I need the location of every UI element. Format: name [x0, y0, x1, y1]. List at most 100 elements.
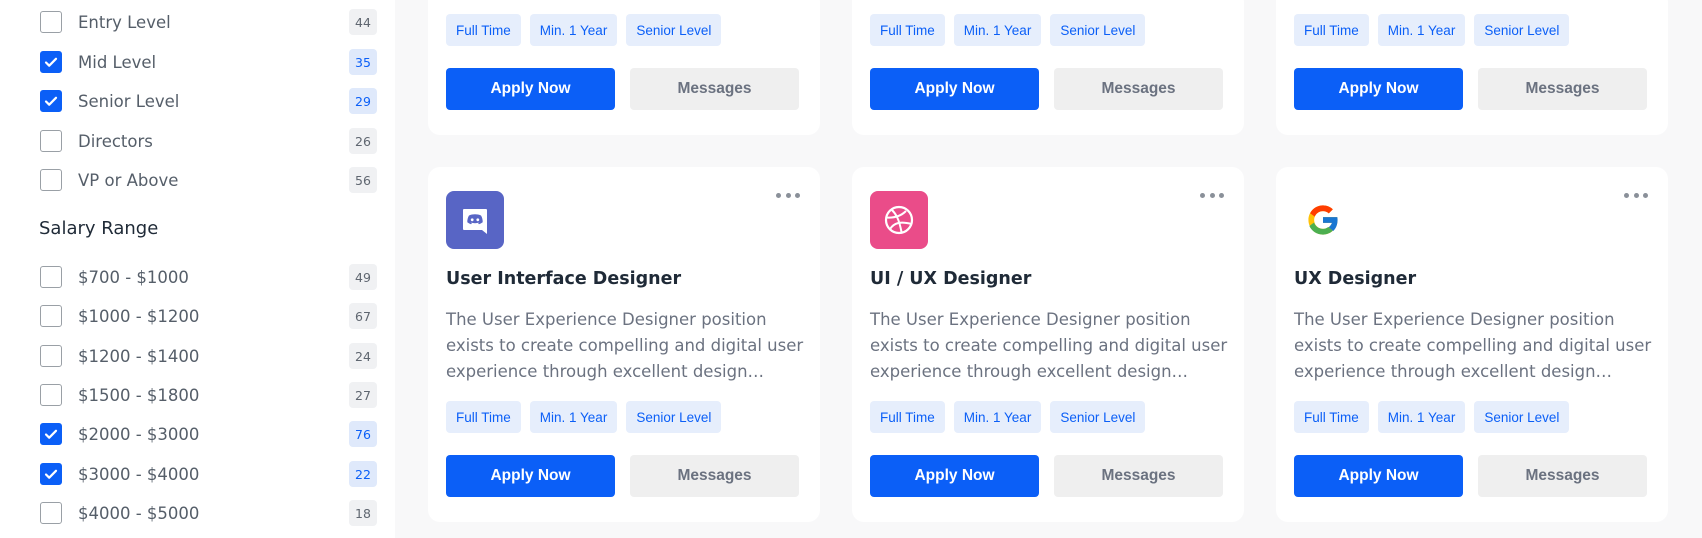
more-options-icon[interactable] — [1624, 190, 1648, 200]
checkbox[interactable] — [40, 169, 62, 191]
tag: Full Time — [1294, 14, 1369, 46]
filter-label: $4000 - $5000 — [78, 503, 200, 523]
tag: Min. 1 Year — [529, 14, 618, 46]
count-badge: 29 — [349, 88, 377, 114]
filter-label: $3000 - $4000 — [78, 464, 200, 484]
filter-directors[interactable]: Directors 26 — [40, 127, 377, 155]
tag: Senior Level — [626, 14, 722, 46]
more-options-icon[interactable] — [1200, 190, 1224, 200]
salary-range-heading: Salary Range — [39, 218, 159, 239]
tag: Senior Level — [1050, 401, 1146, 433]
card-actions: Apply Now Messages — [1294, 455, 1647, 497]
tag-list: Full Time Min. 1 Year Senior Level — [1294, 14, 1570, 46]
tag: Full Time — [446, 14, 521, 46]
card-actions: Apply Now Messages — [446, 455, 799, 497]
filter-salary-1000-1200[interactable]: $1000 - $1200 67 — [40, 302, 377, 330]
count-badge: 18 — [349, 500, 377, 526]
check-icon — [44, 429, 58, 439]
filter-entry-level[interactable]: Entry Level 44 — [40, 8, 377, 36]
filter-label: Mid Level — [78, 52, 157, 72]
count-badge: 67 — [349, 303, 377, 329]
apply-now-button[interactable]: Apply Now — [446, 455, 615, 497]
messages-button[interactable]: Messages — [630, 455, 799, 497]
job-title: UX Designer — [1294, 269, 1417, 289]
tag: Full Time — [1294, 401, 1369, 433]
filter-mid-level[interactable]: Mid Level 35 — [40, 48, 377, 76]
filter-label: $700 - $1000 — [78, 267, 189, 287]
tag: Senior Level — [1474, 401, 1570, 433]
tag: Senior Level — [626, 401, 722, 433]
check-icon — [44, 469, 58, 479]
filter-salary-2000-3000[interactable]: $2000 - $3000 76 — [40, 420, 377, 448]
count-badge: 35 — [349, 49, 377, 75]
filter-salary-700-1000[interactable]: $700 - $1000 49 — [40, 263, 377, 291]
job-title: User Interface Designer — [446, 269, 682, 289]
checkbox[interactable] — [40, 51, 62, 73]
check-icon — [44, 57, 58, 67]
messages-button[interactable]: Messages — [1478, 68, 1647, 110]
job-card: Full Time Min. 1 Year Senior Level Apply… — [428, 0, 820, 135]
job-card: Full Time Min. 1 Year Senior Level Apply… — [1276, 0, 1668, 135]
dribbble-icon — [870, 191, 928, 249]
filter-sidebar: Entry Level 44 Mid Level 35 Senior Level… — [0, 0, 395, 538]
messages-button[interactable]: Messages — [1054, 68, 1223, 110]
checkbox[interactable] — [40, 305, 62, 327]
checkbox[interactable] — [40, 345, 62, 367]
tag-list: Full Time Min. 1 Year Senior Level — [446, 14, 722, 46]
filter-salary-3000-4000[interactable]: $3000 - $4000 22 — [40, 460, 377, 488]
count-badge: 27 — [349, 382, 377, 408]
filter-label: VP or Above — [78, 170, 179, 190]
checkbox[interactable] — [40, 384, 62, 406]
checkbox[interactable] — [40, 463, 62, 485]
filter-label: $2000 - $3000 — [78, 424, 200, 444]
checkbox[interactable] — [40, 502, 62, 524]
tag-list: Full Time Min. 1 Year Senior Level — [870, 14, 1146, 46]
checkbox[interactable] — [40, 11, 62, 33]
filter-label: $1000 - $1200 — [78, 306, 200, 326]
checkbox[interactable] — [40, 90, 62, 112]
tag: Full Time — [870, 14, 945, 46]
count-badge: 24 — [349, 343, 377, 369]
filter-salary-4000-5000[interactable]: $4000 - $5000 18 — [40, 499, 377, 527]
filter-vp-or-above[interactable]: VP or Above 56 — [40, 166, 377, 194]
tag-list: Full Time Min. 1 Year Senior Level — [446, 401, 722, 433]
card-actions: Apply Now Messages — [870, 68, 1223, 110]
tag: Min. 1 Year — [953, 401, 1042, 433]
checkbox[interactable] — [40, 423, 62, 445]
filter-label: Entry Level — [78, 12, 171, 32]
filter-label: Senior Level — [78, 91, 180, 111]
apply-now-button[interactable]: Apply Now — [1294, 68, 1463, 110]
tag-list: Full Time Min. 1 Year Senior Level — [870, 401, 1146, 433]
messages-button[interactable]: Messages — [1054, 455, 1223, 497]
count-badge: 22 — [349, 461, 377, 487]
job-card-ui-ux-designer: UI / UX Designer The User Experience Des… — [852, 167, 1244, 522]
messages-button[interactable]: Messages — [630, 68, 799, 110]
apply-now-button[interactable]: Apply Now — [446, 68, 615, 110]
apply-now-button[interactable]: Apply Now — [870, 68, 1039, 110]
checkbox[interactable] — [40, 130, 62, 152]
tag: Min. 1 Year — [1377, 401, 1466, 433]
more-options-icon[interactable] — [776, 190, 800, 200]
tag: Full Time — [870, 401, 945, 433]
filter-label: Directors — [78, 131, 153, 151]
filter-label: $1500 - $1800 — [78, 385, 200, 405]
job-title: UI / UX Designer — [870, 269, 1032, 289]
filter-salary-1500-1800[interactable]: $1500 - $1800 27 — [40, 381, 377, 409]
apply-now-button[interactable]: Apply Now — [870, 455, 1039, 497]
job-description: The User Experience Designer position ex… — [1294, 310, 1652, 381]
discord-icon — [446, 191, 504, 249]
count-badge: 56 — [349, 167, 377, 193]
messages-button[interactable]: Messages — [1478, 455, 1647, 497]
apply-now-button[interactable]: Apply Now — [1294, 455, 1463, 497]
count-badge: 26 — [349, 128, 377, 154]
tag: Senior Level — [1050, 14, 1146, 46]
filter-senior-level[interactable]: Senior Level 29 — [40, 87, 377, 115]
job-description: The User Experience Designer position ex… — [446, 310, 804, 381]
job-card-ux-designer: UX Designer The User Experience Designer… — [1276, 167, 1668, 522]
filter-salary-1200-1400[interactable]: $1200 - $1400 24 — [40, 342, 377, 370]
job-card-user-interface-designer: User Interface Designer The User Experie… — [428, 167, 820, 522]
checkbox[interactable] — [40, 266, 62, 288]
tag-list: Full Time Min. 1 Year Senior Level — [1294, 401, 1570, 433]
card-actions: Apply Now Messages — [446, 68, 799, 110]
job-card: Full Time Min. 1 Year Senior Level Apply… — [852, 0, 1244, 135]
